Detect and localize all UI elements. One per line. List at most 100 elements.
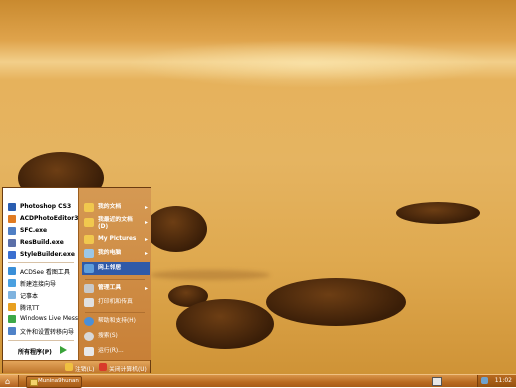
app-icon	[8, 215, 16, 223]
rock-2	[145, 206, 207, 252]
start-menu-bottom-bar: 注销(L) 关闭计算机(U)	[3, 360, 150, 373]
start-menu-left-pane: Photoshop CS3 ACDPhotoEditor3.... SFC.ex…	[3, 188, 88, 360]
chevron-right-icon: ▸	[144, 219, 148, 226]
printers-item[interactable]: 打印机和传真	[82, 296, 150, 309]
shutdown-label: 关闭计算机(U)	[109, 367, 147, 373]
printer-icon	[84, 298, 94, 307]
app-icon	[8, 279, 16, 287]
program-label: 腾讯TT	[20, 305, 40, 312]
app-icon	[8, 203, 16, 211]
system-tray: 11:02	[477, 375, 516, 387]
search-icon	[84, 332, 94, 341]
rock-4	[176, 299, 274, 349]
program-label: ACDSee 看图工具	[20, 269, 70, 276]
logoff-button[interactable]: 注销(L)	[65, 362, 99, 373]
item-label: 帮助和支持(H)	[98, 318, 136, 324]
program-label: Photoshop CS3	[20, 203, 72, 210]
admin-tools-icon	[84, 284, 94, 293]
program-item[interactable]: 文件和设置转移向导	[6, 325, 78, 336]
folder-icon	[84, 203, 94, 212]
program-label: StyleBuilder.exe	[20, 251, 75, 258]
my-computer-item[interactable]: 我的电脑 ▸	[82, 247, 150, 260]
taskbar: ⌂ Munina9hunan 11:02	[0, 374, 516, 388]
program-item[interactable]: 新建连接向导	[6, 277, 78, 288]
start-menu-right-pane: 我的文档 ▸ 我最近的文档 (D) ▸ My Pictures ▸ 我的电脑 ▸…	[78, 188, 151, 360]
logoff-label: 注销(L)	[75, 367, 95, 373]
item-label: My Pictures	[98, 236, 137, 242]
computer-icon	[84, 249, 94, 258]
taskbar-window-button[interactable]: Munina9hunan	[26, 376, 82, 388]
help-support-item[interactable]: 帮助和支持(H)	[82, 315, 150, 328]
rock-6	[396, 202, 480, 224]
all-programs-label: 所有程序(P)	[18, 349, 52, 356]
all-programs-button[interactable]: 所有程序(P)	[18, 345, 73, 356]
my-pictures-item[interactable]: My Pictures ▸	[82, 233, 150, 246]
search-item[interactable]: 搜索(S)	[82, 330, 150, 343]
item-label: 搜索(S)	[98, 333, 118, 339]
program-label: 新建连接向导	[20, 281, 57, 288]
program-item[interactable]: Windows Live Messe...	[6, 313, 87, 324]
app-icon	[8, 327, 16, 335]
item-label: 运行(R)...	[98, 348, 124, 354]
green-arrow-icon	[60, 346, 67, 354]
separator	[8, 340, 74, 341]
chevron-right-icon: ▸	[144, 236, 148, 243]
program-item[interactable]: 记事本	[6, 289, 78, 300]
program-item[interactable]: 腾讯TT	[6, 301, 78, 312]
item-label-line1: 我最近的文档	[98, 217, 133, 223]
item-label: 我最近的文档 (D)	[98, 217, 133, 231]
recent-docs-icon	[84, 218, 94, 227]
power-icon	[99, 363, 107, 371]
program-label: SFC.exe	[20, 227, 48, 234]
app-icon	[8, 227, 16, 235]
program-item[interactable]: ResBuild.exe	[6, 237, 78, 248]
run-icon	[84, 347, 94, 356]
program-item[interactable]: ACDPhotoEditor3....	[6, 213, 88, 224]
app-icon	[8, 267, 16, 275]
app-icon	[8, 303, 16, 311]
program-label: ResBuild.exe	[20, 239, 64, 246]
item-label: 我的电脑	[98, 250, 122, 256]
program-item[interactable]: ACDSee 看图工具	[6, 265, 78, 276]
program-item[interactable]: StyleBuilder.exe	[6, 249, 78, 260]
task-label: Munina9hunan	[38, 378, 79, 384]
app-icon	[8, 315, 16, 323]
network-tray-icon[interactable]	[481, 377, 488, 384]
keyboard-icon[interactable]	[432, 377, 442, 386]
chevron-right-icon: ▸	[144, 204, 148, 211]
start-button[interactable]: ⌂	[0, 375, 19, 387]
item-label: 打印机和传真	[98, 299, 133, 305]
help-icon	[84, 317, 94, 326]
separator	[85, 312, 145, 313]
chevron-right-icon: ▸	[144, 285, 148, 292]
network-places-item[interactable]: 网上邻居	[82, 262, 150, 275]
key-icon	[65, 363, 73, 371]
program-item[interactable]: Photoshop CS3	[6, 201, 78, 212]
item-label: 我的文档	[98, 204, 122, 210]
shutdown-button[interactable]: 关闭计算机(U)	[99, 362, 149, 373]
my-documents-item[interactable]: 我的文档 ▸	[82, 201, 150, 214]
clock[interactable]: 11:02	[495, 377, 512, 384]
separator	[85, 279, 145, 280]
rock-5	[266, 278, 406, 326]
recent-documents-item[interactable]: 我最近的文档 (D) ▸	[82, 216, 150, 232]
separator	[8, 262, 74, 263]
admin-tools-item[interactable]: 管理工具 ▸	[82, 282, 150, 295]
network-icon	[84, 264, 94, 273]
app-icon	[8, 251, 16, 259]
program-item[interactable]: SFC.exe	[6, 225, 78, 236]
folder-icon	[30, 379, 38, 386]
rock-reflection	[150, 270, 270, 280]
pictures-icon	[84, 235, 94, 244]
app-icon	[8, 291, 16, 299]
run-item[interactable]: 运行(R)...	[82, 345, 150, 358]
item-label: 管理工具	[98, 285, 122, 291]
item-label-line2: (D)	[98, 224, 109, 230]
chevron-right-icon: ▸	[144, 250, 148, 257]
app-icon	[8, 239, 16, 247]
windows-logo-icon: ⌂	[5, 377, 11, 386]
item-label: 网上邻居	[98, 265, 122, 271]
program-label: 记事本	[20, 293, 39, 300]
start-menu: Photoshop CS3 ACDPhotoEditor3.... SFC.ex…	[2, 187, 151, 373]
program-label: 文件和设置转移向导	[20, 329, 75, 336]
